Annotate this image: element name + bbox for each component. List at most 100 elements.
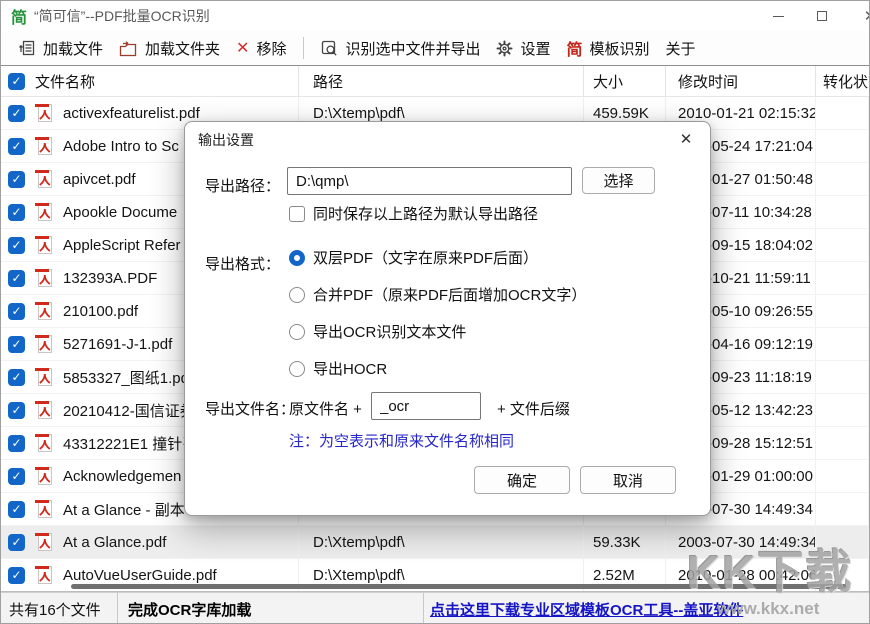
file-convert-status <box>816 163 869 195</box>
recognize-export-button[interactable]: 识别选中文件并导出 <box>313 34 488 63</box>
file-size: 59.33K <box>584 526 666 558</box>
radio-icon <box>289 287 305 303</box>
pdf-file-icon <box>34 201 54 223</box>
file-convert-status <box>816 262 869 294</box>
minimize-button[interactable] <box>756 1 801 31</box>
checkbox-label: 同时保存以上路径为默认导出路径 <box>313 203 538 224</box>
export-filename-label: 导出文件名： <box>205 398 295 419</box>
radio-label: 双层PDF（文字在原来PDF后面） <box>313 247 538 268</box>
table-row[interactable]: At a Glance.pdf D:\Xtemp\pdf\ 59.33K 200… <box>1 526 869 559</box>
file-name: AutoVueUserGuide.pdf <box>63 567 217 584</box>
row-checkbox[interactable] <box>8 204 25 221</box>
close-icon: ✕ <box>864 7 870 25</box>
radio-label: 导出HOCR <box>313 358 387 379</box>
file-name: apivcet.pdf <box>63 171 136 188</box>
cancel-button[interactable]: 取消 <box>580 466 676 494</box>
save-default-path-checkbox[interactable]: 同时保存以上路径为默认导出路径 <box>289 203 538 224</box>
row-checkbox[interactable] <box>8 303 25 320</box>
column-convert-status: 转化状态 <box>816 66 869 96</box>
radio-double-layer-pdf[interactable]: 双层PDF（文字在原来PDF后面） <box>289 247 538 268</box>
row-checkbox[interactable] <box>8 435 25 452</box>
pdf-file-icon <box>34 168 54 190</box>
row-checkbox[interactable] <box>8 270 25 287</box>
file-name: Adobe Intro to Sc <box>63 138 179 155</box>
file-name: AppleScript Refer <box>63 237 181 254</box>
toolbar-label: 加载文件 <box>43 38 103 59</box>
settings-gear-icon <box>496 40 513 57</box>
choose-path-button[interactable]: 选择 <box>582 167 655 194</box>
dialog-title: 输出设置 <box>198 130 254 150</box>
file-convert-status <box>816 394 869 426</box>
maximize-button[interactable] <box>799 1 844 31</box>
filename-suffix-text: + 文件后缀 <box>497 398 570 419</box>
select-all-checkbox[interactable] <box>8 73 25 90</box>
template-recognize-button[interactable]: 简 模板识别 <box>558 32 657 64</box>
row-checkbox[interactable] <box>8 501 25 518</box>
toolbar-label: 加载文件夹 <box>145 38 220 59</box>
ok-button[interactable]: 确定 <box>474 466 570 494</box>
remove-button[interactable]: ✕ 移除 <box>228 34 294 63</box>
row-checkbox[interactable] <box>8 534 25 551</box>
file-convert-status <box>816 130 869 162</box>
row-checkbox[interactable] <box>8 468 25 485</box>
pdf-file-icon <box>34 333 54 355</box>
row-checkbox[interactable] <box>8 237 25 254</box>
load-file-button[interactable]: 加载文件 <box>11 34 111 63</box>
load-file-icon <box>19 40 36 57</box>
radio-icon <box>289 250 305 266</box>
file-name: Apookle Docume <box>63 204 177 221</box>
row-checkbox[interactable] <box>8 369 25 386</box>
file-modified-time: 2003-07-30 14:49:34 <box>666 526 816 558</box>
file-name: 132393A.PDF <box>63 270 157 287</box>
horizontal-scrollbar[interactable] <box>71 584 846 589</box>
file-convert-status <box>816 460 869 492</box>
file-name: 210100.pdf <box>63 303 138 320</box>
pdf-file-icon <box>34 399 54 421</box>
file-name: activexfeaturelist.pdf <box>63 105 200 122</box>
radio-export-hocr[interactable]: 导出HOCR <box>289 358 387 379</box>
row-checkbox[interactable] <box>8 402 25 419</box>
row-checkbox[interactable] <box>8 567 25 584</box>
filename-suffix-input[interactable] <box>371 392 481 420</box>
radio-icon <box>289 361 305 377</box>
row-checkbox[interactable] <box>8 171 25 188</box>
pdf-file-icon <box>34 135 54 157</box>
status-bar: 共有16个文件 完成OCR字库加载 点击这里下载专业区域模板OCR工具--盖亚软… <box>1 592 869 624</box>
file-convert-status <box>816 97 869 129</box>
about-button[interactable]: 关于 <box>658 34 704 63</box>
toolbar-label: 移除 <box>256 38 286 59</box>
close-button[interactable]: ✕ <box>846 1 870 31</box>
dialog-close-icon[interactable]: ✕ <box>676 129 696 149</box>
template-logo-icon: 简 <box>566 36 582 60</box>
radio-merge-pdf[interactable]: 合并PDF（原来PDF后面增加OCR文字） <box>289 284 586 305</box>
app-logo-icon: 简 <box>11 4 27 28</box>
pdf-file-icon <box>34 531 54 553</box>
file-name: At a Glance.pdf <box>63 534 166 551</box>
export-path-input[interactable] <box>287 167 572 195</box>
file-name: 5853327_图纸1.pd <box>63 367 189 388</box>
file-name: Acknowledgemen <box>63 468 181 485</box>
toolbar: 加载文件 加载文件夹 ✕ 移除 识别选中文件并导出 设置 简 模板识 <box>1 31 869 66</box>
column-size: 大小 <box>584 66 666 96</box>
file-convert-status <box>816 196 869 228</box>
radio-label: 合并PDF（原来PDF后面增加OCR文字） <box>313 284 586 305</box>
toolbar-separator <box>303 37 304 59</box>
checkbox-icon <box>289 206 305 222</box>
row-checkbox[interactable] <box>8 138 25 155</box>
export-path-label: 导出路径： <box>205 175 280 196</box>
download-template-ocr-link[interactable]: 点击这里下载专业区域模板OCR工具--盖亚软件 <box>430 599 743 620</box>
file-count-status: 共有16个文件 <box>1 593 118 624</box>
file-name: 5271691-J-1.pdf <box>63 336 172 353</box>
row-checkbox[interactable] <box>8 336 25 353</box>
column-modified-time: 修改时间 <box>666 66 816 96</box>
file-path: D:\Xtemp\pdf\ <box>299 526 584 558</box>
title-bar: 简 “简可信”--PDF批量OCR识别 ✕ <box>1 1 869 31</box>
load-folder-button[interactable]: 加载文件夹 <box>111 34 228 63</box>
pdf-file-icon <box>34 498 54 520</box>
radio-export-ocr-text[interactable]: 导出OCR识别文本文件 <box>289 321 466 342</box>
table-header[interactable]: 文件名称 路径 大小 修改时间 转化状态 <box>1 66 869 97</box>
column-path: 路径 <box>299 66 584 96</box>
toolbar-label: 模板识别 <box>590 38 650 59</box>
row-checkbox[interactable] <box>8 105 25 122</box>
settings-button[interactable]: 设置 <box>488 34 558 63</box>
